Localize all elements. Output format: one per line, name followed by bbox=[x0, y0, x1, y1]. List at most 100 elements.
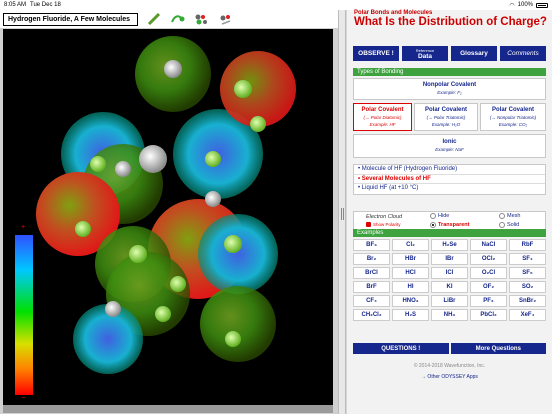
solid-radio[interactable]: Solid bbox=[499, 222, 519, 228]
checkbox-checked-icon bbox=[366, 222, 371, 227]
radio-icon bbox=[499, 213, 505, 219]
example-cell[interactable]: BrF bbox=[353, 281, 390, 293]
example-cell[interactable]: Cl₂ bbox=[392, 239, 429, 251]
examples-header: Examples bbox=[353, 229, 546, 237]
nonpolar-tri-sub: (→ Nonpolar Triatomic) bbox=[489, 114, 537, 120]
example-cell[interactable]: H₂S bbox=[392, 309, 429, 321]
status-bar: 8:05 AM Tue Dec 18 ◠ 100% bbox=[0, 0, 552, 10]
polar-title: Polar Covalent bbox=[361, 106, 404, 113]
example-cell[interactable]: BF₃ bbox=[353, 239, 390, 251]
more-questions-button[interactable]: More Questions bbox=[450, 343, 546, 354]
molecule-rotate-icon[interactable] bbox=[218, 13, 234, 25]
example-cell[interactable]: SF₄ bbox=[509, 253, 546, 265]
transparent-radio[interactable]: Transparent bbox=[430, 222, 469, 228]
example-cell[interactable]: H₂Se bbox=[431, 239, 468, 251]
electron-cloud-rendering bbox=[36, 36, 296, 374]
scale-negative-label: − bbox=[21, 395, 26, 402]
scale-positive-label: + bbox=[21, 224, 26, 231]
example-cell[interactable]: O₂Cl bbox=[470, 267, 507, 279]
example-cell[interactable]: BrCl bbox=[353, 267, 390, 279]
lesson-title: What Is the Distribution of Charge? bbox=[354, 16, 547, 28]
observe-button[interactable]: OBSERVE ! bbox=[353, 46, 399, 61]
example-cell[interactable]: KI bbox=[431, 281, 468, 293]
wifi-icon: ◠ bbox=[509, 2, 515, 9]
nonpolar-example: Example: F₂ bbox=[437, 90, 462, 95]
molecule-panel: Hydrogen Fluoride, A Few Molecules + − bbox=[0, 10, 338, 414]
example-cell[interactable]: NaCl bbox=[470, 239, 507, 251]
example-cell[interactable]: OF₂ bbox=[470, 281, 507, 293]
list-item-several-hf[interactable]: • Several Molecules of HF bbox=[354, 175, 545, 184]
ionic-title: Ionic bbox=[442, 139, 457, 145]
polar-example: Example: HF bbox=[369, 121, 396, 127]
status-date: Tue Dec 18 bbox=[30, 2, 61, 8]
ionic-example: Example: NaF bbox=[435, 147, 464, 152]
polar-tri-title: Polar Covalent bbox=[424, 106, 467, 113]
example-cell[interactable]: HNO₃ bbox=[392, 295, 429, 307]
radio-icon bbox=[499, 222, 505, 228]
list-item-single-hf[interactable]: • Molecule of HF (Hydrogen Fluoride) bbox=[354, 165, 545, 175]
horizontal-scrollbar[interactable] bbox=[3, 405, 333, 413]
nonpolar-tri-title: Polar Covalent bbox=[491, 106, 534, 113]
reference-data-button[interactable]: Reference Data bbox=[402, 46, 448, 61]
show-polarity-checkbox[interactable]: Show Polarity bbox=[366, 222, 401, 227]
example-cell[interactable]: HCl bbox=[392, 267, 429, 279]
panel-divider[interactable] bbox=[338, 10, 346, 414]
battery-icon bbox=[536, 2, 548, 8]
status-time: 8:05 AM bbox=[4, 2, 27, 8]
example-cell[interactable]: HI bbox=[392, 281, 429, 293]
solid-label: Solid bbox=[507, 222, 520, 228]
nonpolar-title: Nonpolar Covalent bbox=[422, 82, 477, 88]
pencil-icon[interactable] bbox=[146, 13, 162, 25]
example-cell[interactable]: IBr bbox=[431, 253, 468, 265]
polar-diatomic-option[interactable]: Polar Covalent (→ Polar Diatomic) Exampl… bbox=[353, 103, 412, 131]
polar-triatomic-option[interactable]: Polar Covalent (→ Polar Triatomic) Examp… bbox=[414, 103, 478, 131]
transparent-label: Transparent bbox=[438, 222, 470, 228]
example-cell[interactable]: SF₆ bbox=[509, 267, 546, 279]
example-cell[interactable]: NH₃ bbox=[431, 309, 468, 321]
other-apps-link[interactable]: → Other ODYSSEY Apps bbox=[347, 374, 552, 380]
electron-cloud-label: Electron Cloud bbox=[366, 214, 403, 220]
bonding-header: Types of Bonding bbox=[353, 68, 546, 76]
data-label: Data bbox=[417, 52, 433, 60]
mesh-radio[interactable]: Mesh bbox=[499, 213, 520, 219]
radio-icon bbox=[430, 213, 436, 219]
example-cell[interactable]: CH₂Cl₂ bbox=[353, 309, 390, 321]
electron-cloud-options: Electron Cloud Show Polarity Hide Transp… bbox=[353, 211, 546, 230]
example-cell[interactable]: RbF bbox=[509, 239, 546, 251]
lesson-panel: Polar Bonds and Molecules What Is the Di… bbox=[347, 10, 552, 414]
example-cell[interactable]: CF₄ bbox=[353, 295, 390, 307]
lesson-tabs: OBSERVE ! Reference Data Glossary Comment… bbox=[353, 46, 546, 61]
glossary-button[interactable]: Glossary bbox=[451, 46, 497, 61]
molecule-3d-view[interactable]: + − bbox=[3, 29, 333, 405]
molecule-split-icon[interactable] bbox=[194, 13, 210, 25]
divider-grip-icon[interactable] bbox=[341, 208, 344, 220]
example-cell[interactable]: LiBr bbox=[431, 295, 468, 307]
shake-icon[interactable] bbox=[170, 13, 186, 25]
example-cell[interactable]: HBr bbox=[392, 253, 429, 265]
ionic-option[interactable]: Ionic Example: NaF bbox=[353, 134, 546, 158]
example-cell[interactable]: XeF₄ bbox=[509, 309, 546, 321]
polar-sub: (→ Polar Diatomic) bbox=[363, 114, 402, 120]
example-cell[interactable]: PbCl₂ bbox=[470, 309, 507, 321]
example-cell[interactable]: OCl₂ bbox=[470, 253, 507, 265]
show-polarity-label: Show Polarity bbox=[373, 222, 401, 227]
polar-tri-sub: (→ Polar Triatomic) bbox=[426, 114, 466, 120]
copyright-text: © 2014-2018 Wavefunction, Inc. bbox=[413, 363, 486, 369]
list-item-liquid-hf[interactable]: • Liquid HF (at +10 °C) bbox=[354, 184, 545, 194]
examples-grid: BF₃ Cl₂ H₂Se NaCl RbF Br₂ HBr IBr OCl₂ S… bbox=[353, 239, 546, 321]
example-cell[interactable]: SnBr₂ bbox=[509, 295, 546, 307]
nonpolar-triatomic-option[interactable]: Polar Covalent (→ Nonpolar Triatomic) Ex… bbox=[480, 103, 546, 131]
example-cell[interactable]: Br₂ bbox=[353, 253, 390, 265]
questions-button[interactable]: QUESTIONS ! bbox=[353, 343, 449, 354]
radio-selected-icon bbox=[430, 222, 436, 228]
nonpolar-covalent-option[interactable]: Nonpolar Covalent Example: F₂ bbox=[353, 78, 546, 100]
example-cell[interactable]: SO₂ bbox=[509, 281, 546, 293]
example-cell[interactable]: ICl bbox=[431, 267, 468, 279]
molecule-toolbar: Hydrogen Fluoride, A Few Molecules bbox=[0, 10, 338, 28]
mesh-label: Mesh bbox=[507, 213, 521, 219]
comments-button[interactable]: Comments bbox=[500, 46, 546, 61]
hide-radio[interactable]: Hide bbox=[430, 213, 449, 219]
example-cell[interactable]: PF₃ bbox=[470, 295, 507, 307]
question-buttons: QUESTIONS ! More Questions bbox=[353, 343, 546, 354]
hide-label: Hide bbox=[438, 213, 450, 219]
